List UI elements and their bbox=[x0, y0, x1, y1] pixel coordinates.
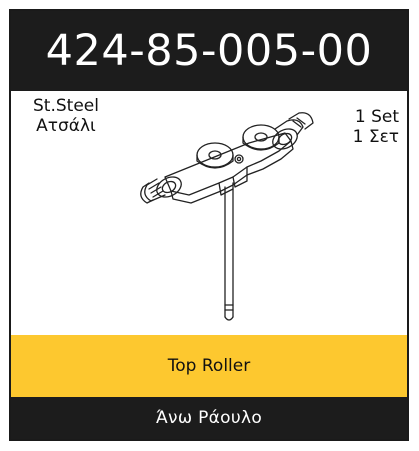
material-gr: Ατσάλι bbox=[36, 116, 96, 136]
product-code: 424-85-005-00 bbox=[45, 26, 373, 76]
product-code-header: 424-85-005-00 bbox=[11, 11, 407, 91]
top-roller-drawing bbox=[140, 112, 314, 321]
material-label: St.Steel Ατσάλι bbox=[21, 96, 111, 136]
product-name-gr-band: Άνω Ράουλο bbox=[11, 397, 407, 439]
product-name-gr: Άνω Ράουλο bbox=[155, 408, 263, 428]
product-name-en-band: Top Roller bbox=[11, 335, 407, 397]
product-card: 424-85-005-00 St.Steel Ατσάλι 1 Set 1 Σε… bbox=[9, 9, 409, 441]
quantity-label: 1 Set 1 Σετ bbox=[353, 107, 399, 147]
material-en: St.Steel bbox=[33, 96, 99, 116]
product-name-en: Top Roller bbox=[167, 356, 251, 376]
quantity-en: 1 Set bbox=[354, 107, 399, 127]
quantity-gr: 1 Σετ bbox=[352, 127, 399, 147]
